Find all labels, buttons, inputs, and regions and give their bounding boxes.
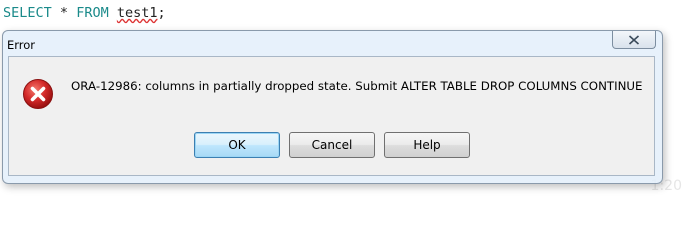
dialog-content: ORA-12986: columns in partially dropped … xyxy=(8,56,655,176)
sql-keyword-select: SELECT xyxy=(3,5,52,21)
dialog-title: Error xyxy=(7,38,36,52)
sql-semicolon: ; xyxy=(157,5,166,21)
help-button[interactable]: Help xyxy=(384,132,470,158)
close-icon xyxy=(628,34,640,45)
sql-table-name: test1 xyxy=(116,5,158,21)
sql-keyword-from: FROM xyxy=(76,5,109,21)
ok-button[interactable]: OK xyxy=(194,132,280,158)
error-icon xyxy=(23,79,53,109)
sql-statement[interactable]: SELECT * FROM test1; xyxy=(3,4,166,22)
error-message: ORA-12986: columns in partially dropped … xyxy=(71,79,643,93)
close-button[interactable] xyxy=(612,31,656,49)
cancel-button[interactable]: Cancel xyxy=(289,132,375,158)
error-dialog: Error ORA-12986: columns in partially dr… xyxy=(2,30,663,184)
sql-star: * xyxy=(59,5,69,21)
